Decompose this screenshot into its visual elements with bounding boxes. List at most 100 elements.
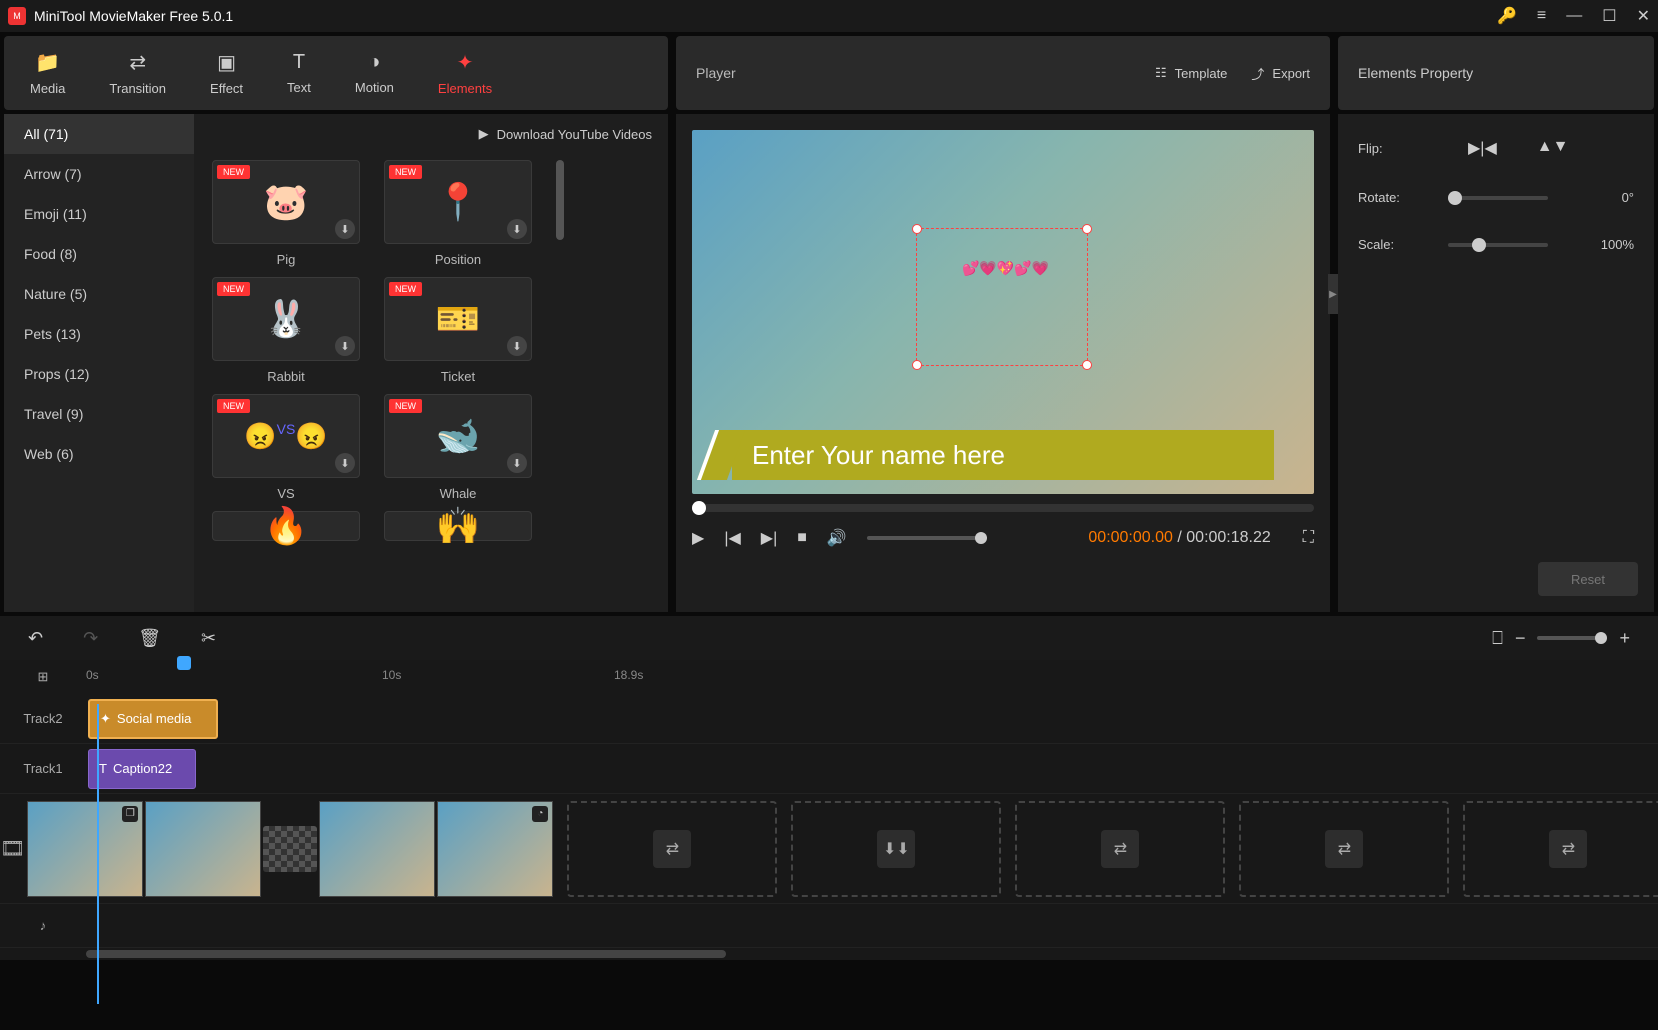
elements-grid: 🐷NEW⬇ Pig 📍NEW⬇ Position 🐰NEW⬇ Rabbit: [194, 154, 668, 612]
elements-panel: All (71) Arrow (7) Emoji (11) Food (8) N…: [4, 114, 668, 612]
element-ticket[interactable]: 🎫NEW⬇ Ticket: [384, 277, 532, 384]
tab-transition[interactable]: ⇄Transition: [87, 44, 188, 102]
scrollbar[interactable]: [556, 160, 564, 240]
category-travel[interactable]: Travel (9): [4, 394, 194, 434]
tab-effect[interactable]: ▣Effect: [188, 44, 265, 102]
delete-button[interactable]: 🗑: [138, 628, 161, 649]
menu-icon[interactable]: ≡: [1537, 7, 1546, 25]
category-food[interactable]: Food (8): [4, 234, 194, 274]
flip-label: Flip:: [1358, 141, 1428, 156]
tab-elements[interactable]: ✦Elements: [416, 44, 514, 102]
category-pets[interactable]: Pets (13): [4, 314, 194, 354]
seek-handle[interactable]: [692, 501, 706, 515]
add-track-button[interactable]: ⊞: [0, 660, 86, 694]
music-icon: ♪: [0, 918, 86, 933]
category-all[interactable]: All (71): [4, 114, 194, 154]
tab-motion[interactable]: ◑Motion: [333, 44, 416, 102]
ruler-tick: 0s: [86, 668, 99, 682]
download-icon[interactable]: ⬇: [335, 453, 355, 473]
maximize-button[interactable]: ☐: [1602, 6, 1616, 26]
drop-slot-1[interactable]: ⇄: [567, 801, 777, 897]
download-youtube-link[interactable]: ▶ Download YouTube Videos: [194, 114, 668, 154]
element-vs[interactable]: 😠VS😠NEW⬇ VS: [212, 394, 360, 501]
youtube-icon: ▶: [479, 126, 489, 142]
caption-overlay[interactable]: Enter Your name here: [732, 430, 1274, 480]
seek-bar[interactable]: [692, 504, 1314, 512]
reset-button[interactable]: Reset: [1538, 562, 1638, 596]
key-icon[interactable]: 🔑: [1497, 6, 1517, 26]
minimize-button[interactable]: —: [1566, 7, 1582, 25]
export-button[interactable]: ⤴Export: [1251, 64, 1310, 83]
flip-horizontal-button[interactable]: ▶|◀: [1468, 138, 1497, 158]
collapse-properties-button[interactable]: ▶: [1328, 274, 1338, 314]
video-clip-1b[interactable]: [145, 801, 261, 897]
fullscreen-button[interactable]: ⛶: [1303, 529, 1314, 547]
close-button[interactable]: ✕: [1637, 6, 1650, 26]
scale-slider[interactable]: [1448, 243, 1548, 247]
next-frame-button[interactable]: ▶|: [761, 528, 777, 548]
drop-slot-5[interactable]: ⇄: [1463, 801, 1658, 897]
layers-icon: ❐: [122, 806, 138, 822]
undo-button[interactable]: ↶: [28, 628, 43, 649]
tab-text[interactable]: TText: [265, 44, 333, 102]
clip-caption22[interactable]: T Caption22: [88, 749, 196, 789]
element-fire[interactable]: 🔥: [212, 511, 360, 541]
category-emoji[interactable]: Emoji (11): [4, 194, 194, 234]
element-whale[interactable]: 🐋NEW⬇ Whale: [384, 394, 532, 501]
horizontal-scrollbar[interactable]: [0, 948, 1658, 960]
download-icon[interactable]: ⬇: [507, 336, 527, 356]
audio-track[interactable]: ♪: [0, 904, 1658, 948]
new-badge: NEW: [389, 165, 422, 179]
category-props[interactable]: Props (12): [4, 354, 194, 394]
video-preview[interactable]: 💕💗💖💕💗 Enter Your name here: [692, 130, 1314, 494]
split-button[interactable]: ✂: [201, 628, 216, 649]
volume-handle[interactable]: [975, 532, 987, 544]
volume-icon[interactable]: 🔊: [827, 528, 847, 548]
category-web[interactable]: Web (6): [4, 434, 194, 474]
tab-media[interactable]: 📁Media: [8, 44, 87, 102]
redo-button[interactable]: ↷: [83, 628, 98, 649]
rotate-slider[interactable]: [1448, 196, 1548, 200]
flip-vertical-button[interactable]: ▲▼: [1537, 138, 1569, 158]
download-icon[interactable]: ⬇: [335, 219, 355, 239]
zoom-slider[interactable]: [1537, 636, 1607, 640]
prev-frame-button[interactable]: |◀: [724, 528, 740, 548]
template-button[interactable]: ☷Template: [1155, 65, 1227, 81]
player-panel-title: Player: [696, 65, 1131, 81]
track-2-label: Track2: [0, 711, 86, 726]
element-position[interactable]: 📍NEW⬇ Position: [384, 160, 532, 267]
video-clip-2b[interactable]: ◔: [437, 801, 553, 897]
playhead[interactable]: [177, 656, 191, 670]
time-ruler[interactable]: 0s 10s 18.9s: [86, 660, 1658, 694]
download-icon[interactable]: ⬇: [507, 219, 527, 239]
fit-zoom-button[interactable]: ⎕: [1492, 628, 1503, 649]
stop-button[interactable]: ■: [797, 529, 807, 547]
element-hands[interactable]: 🙌: [384, 511, 532, 541]
track-2[interactable]: Track2 ✦ Social media: [0, 694, 1658, 744]
ticket-icon: 🎫: [436, 298, 481, 340]
zoom-in-button[interactable]: +: [1619, 628, 1630, 649]
app-logo-icon: M: [8, 7, 26, 25]
drop-slot-4[interactable]: ⇄: [1239, 801, 1449, 897]
clip-social-media[interactable]: ✦ Social media: [88, 699, 218, 739]
volume-slider[interactable]: [867, 536, 987, 540]
element-pig[interactable]: 🐷NEW⬇ Pig: [212, 160, 360, 267]
download-icon[interactable]: ⬇: [335, 336, 355, 356]
film-icon: 🎞: [0, 836, 25, 861]
video-track[interactable]: 🎞 ❐ ◔ ⇄ ⬇ ⇄ ⇄ ⇄: [0, 794, 1658, 904]
video-clip-1[interactable]: ❐: [27, 801, 143, 897]
category-arrow[interactable]: Arrow (7): [4, 154, 194, 194]
new-badge: NEW: [217, 399, 250, 413]
element-rabbit[interactable]: 🐰NEW⬇ Rabbit: [212, 277, 360, 384]
category-nature[interactable]: Nature (5): [4, 274, 194, 314]
transition-block[interactable]: [263, 826, 317, 872]
selection-box[interactable]: [916, 228, 1088, 366]
drop-slot-3[interactable]: ⇄: [1015, 801, 1225, 897]
download-icon[interactable]: ⬇: [507, 453, 527, 473]
play-button[interactable]: ▶: [692, 528, 704, 548]
new-badge: NEW: [217, 165, 250, 179]
drop-slot-2[interactable]: ⬇: [791, 801, 1001, 897]
zoom-out-button[interactable]: −: [1515, 628, 1526, 649]
track-1[interactable]: Track1 T Caption22: [0, 744, 1658, 794]
video-clip-2[interactable]: [319, 801, 435, 897]
